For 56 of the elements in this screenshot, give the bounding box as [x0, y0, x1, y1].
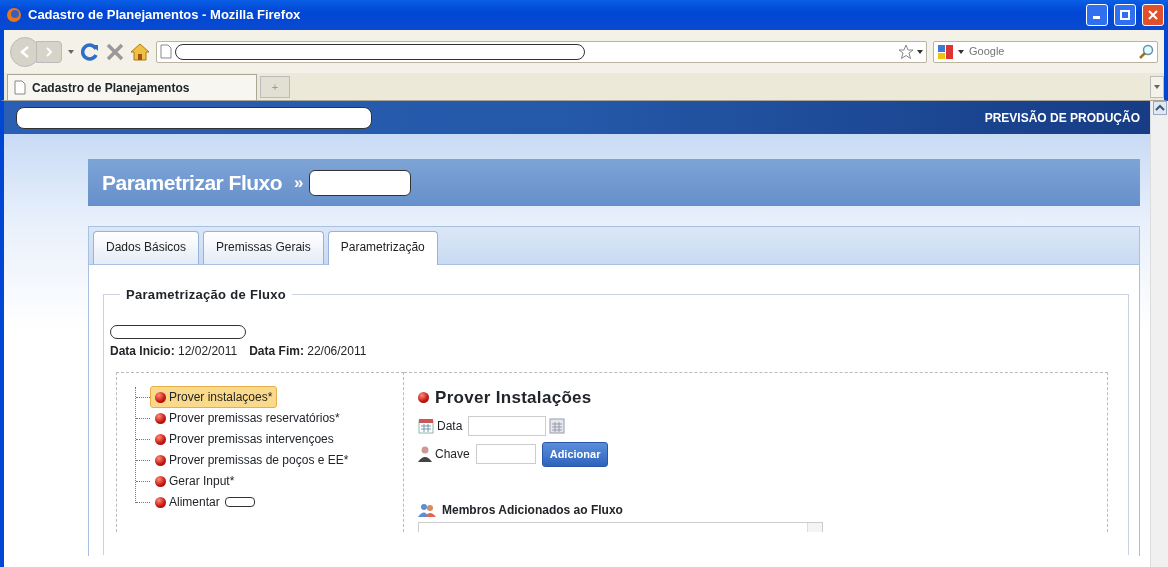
key-label: Chave	[435, 446, 470, 464]
page-heading: Parametrizar Fluxo	[102, 169, 283, 196]
search-icon[interactable]	[1138, 43, 1154, 60]
dropdown-caret-icon[interactable]	[917, 49, 923, 54]
key-field[interactable]	[475, 444, 536, 465]
status-dot-icon	[155, 475, 166, 487]
tab[interactable]: Dados Básicos	[93, 231, 200, 264]
banner-title: PREVISÃO DE PRODUÇÃO	[984, 109, 1140, 127]
reload-icon[interactable]	[80, 41, 100, 62]
tree-item[interactable]: Prover premissas intervençoes	[150, 428, 339, 450]
tree-item[interactable]: Alimentar	[150, 491, 260, 513]
breadcrumb-separator: »	[294, 171, 304, 194]
status-dot-icon	[155, 454, 166, 466]
maximize-icon	[1120, 10, 1130, 20]
search-engine-icon[interactable]	[937, 43, 955, 60]
stop-icon[interactable]	[106, 42, 124, 61]
date-text: Data Inicio: 12/02/2011	[110, 342, 238, 360]
tree-item[interactable]: Gerar Input*	[150, 470, 240, 492]
redaction-block	[224, 497, 255, 507]
tree-item[interactable]: Prover instalaçoes*	[150, 386, 278, 408]
members-title: Membros Adicionados ao Fluxo	[442, 501, 623, 519]
date-field[interactable]	[468, 416, 547, 436]
window-title: Cadastro de Planejamentos - Mozilla Firefox	[28, 6, 302, 25]
minimize-button[interactable]	[1086, 4, 1108, 26]
close-button[interactable]	[1142, 4, 1164, 26]
scroll-up-icon[interactable]	[1152, 101, 1167, 115]
home-icon[interactable]	[130, 42, 150, 61]
people-icon	[418, 502, 436, 517]
calendar-icon	[418, 418, 434, 434]
maximize-button[interactable]	[1114, 4, 1136, 26]
fieldset-legend: Parametrização de Fluxo	[120, 285, 293, 305]
page-icon	[14, 80, 26, 95]
star-icon[interactable]	[898, 43, 914, 60]
close-icon	[1148, 10, 1158, 20]
tree-item[interactable]: Prover premissas reservatórios*	[150, 407, 345, 429]
address-bar[interactable]	[156, 40, 927, 63]
dropdown-caret-icon[interactable]	[958, 49, 964, 54]
firefox-icon	[6, 7, 22, 23]
tab-list-button[interactable]	[1150, 76, 1164, 98]
status-dot-icon	[155, 433, 166, 445]
date-label: Data	[437, 418, 463, 435]
status-dot-icon	[155, 412, 166, 424]
search-bar[interactable]: Google	[933, 40, 1158, 63]
dropdown-caret-icon	[1154, 85, 1160, 89]
tab[interactable]: Premissas Gerais	[203, 231, 324, 264]
person-icon	[418, 446, 432, 463]
status-dot-icon	[155, 391, 166, 403]
status-dot-icon	[418, 391, 429, 403]
browser-tab[interactable]: Cadastro de Planejamentos	[7, 74, 257, 100]
detail-title: Prover Instalações	[435, 386, 592, 409]
tree-item[interactable]: Prover premissas de poços e EE*	[150, 449, 354, 471]
date-text: Data Fim: 22/06/2011	[249, 342, 367, 360]
add-button[interactable]: Adicionar	[541, 442, 609, 467]
tab[interactable]: Parametrização	[327, 231, 438, 265]
status-dot-icon	[155, 496, 166, 508]
page-icon	[160, 44, 172, 59]
